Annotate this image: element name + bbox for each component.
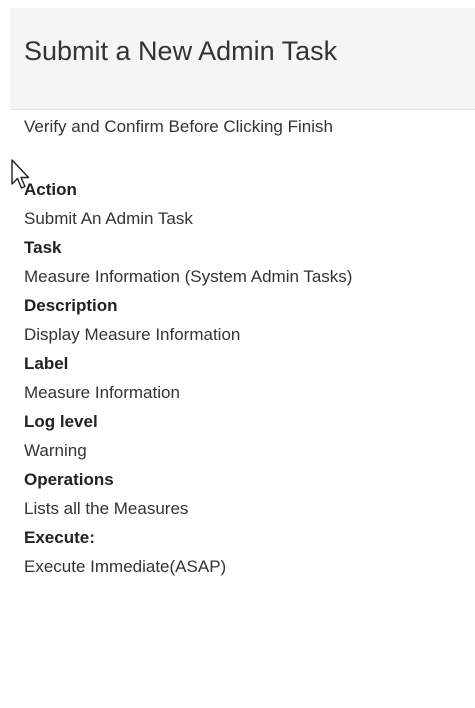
action-label: Action: [24, 180, 77, 199]
page-header: Submit a New Admin Task: [10, 8, 475, 110]
instruction-text: Verify and Confirm Before Clicking Finis…: [24, 117, 333, 136]
operations-label: Operations: [24, 470, 114, 489]
log-level-label: Log level: [24, 412, 98, 431]
label-label: Label: [24, 354, 69, 373]
description-label: Description: [24, 296, 118, 315]
summary-fields: Action Submit An Admin Task Task Measure…: [24, 176, 464, 582]
log-level-value: Warning: [24, 441, 87, 460]
task-value: Measure Information (System Admin Tasks): [24, 267, 353, 286]
task-label: Task: [24, 238, 62, 257]
execute-label: Execute:: [24, 528, 95, 547]
page-title: Submit a New Admin Task: [24, 36, 338, 66]
operations-value: Lists all the Measures: [24, 499, 189, 518]
action-value: Submit An Admin Task: [24, 209, 193, 228]
execute-value: Execute Immediate(ASAP): [24, 557, 227, 576]
label-value: Measure Information: [24, 383, 180, 402]
description-value: Display Measure Information: [24, 325, 241, 344]
mouse-pointer-icon: [11, 159, 30, 189]
